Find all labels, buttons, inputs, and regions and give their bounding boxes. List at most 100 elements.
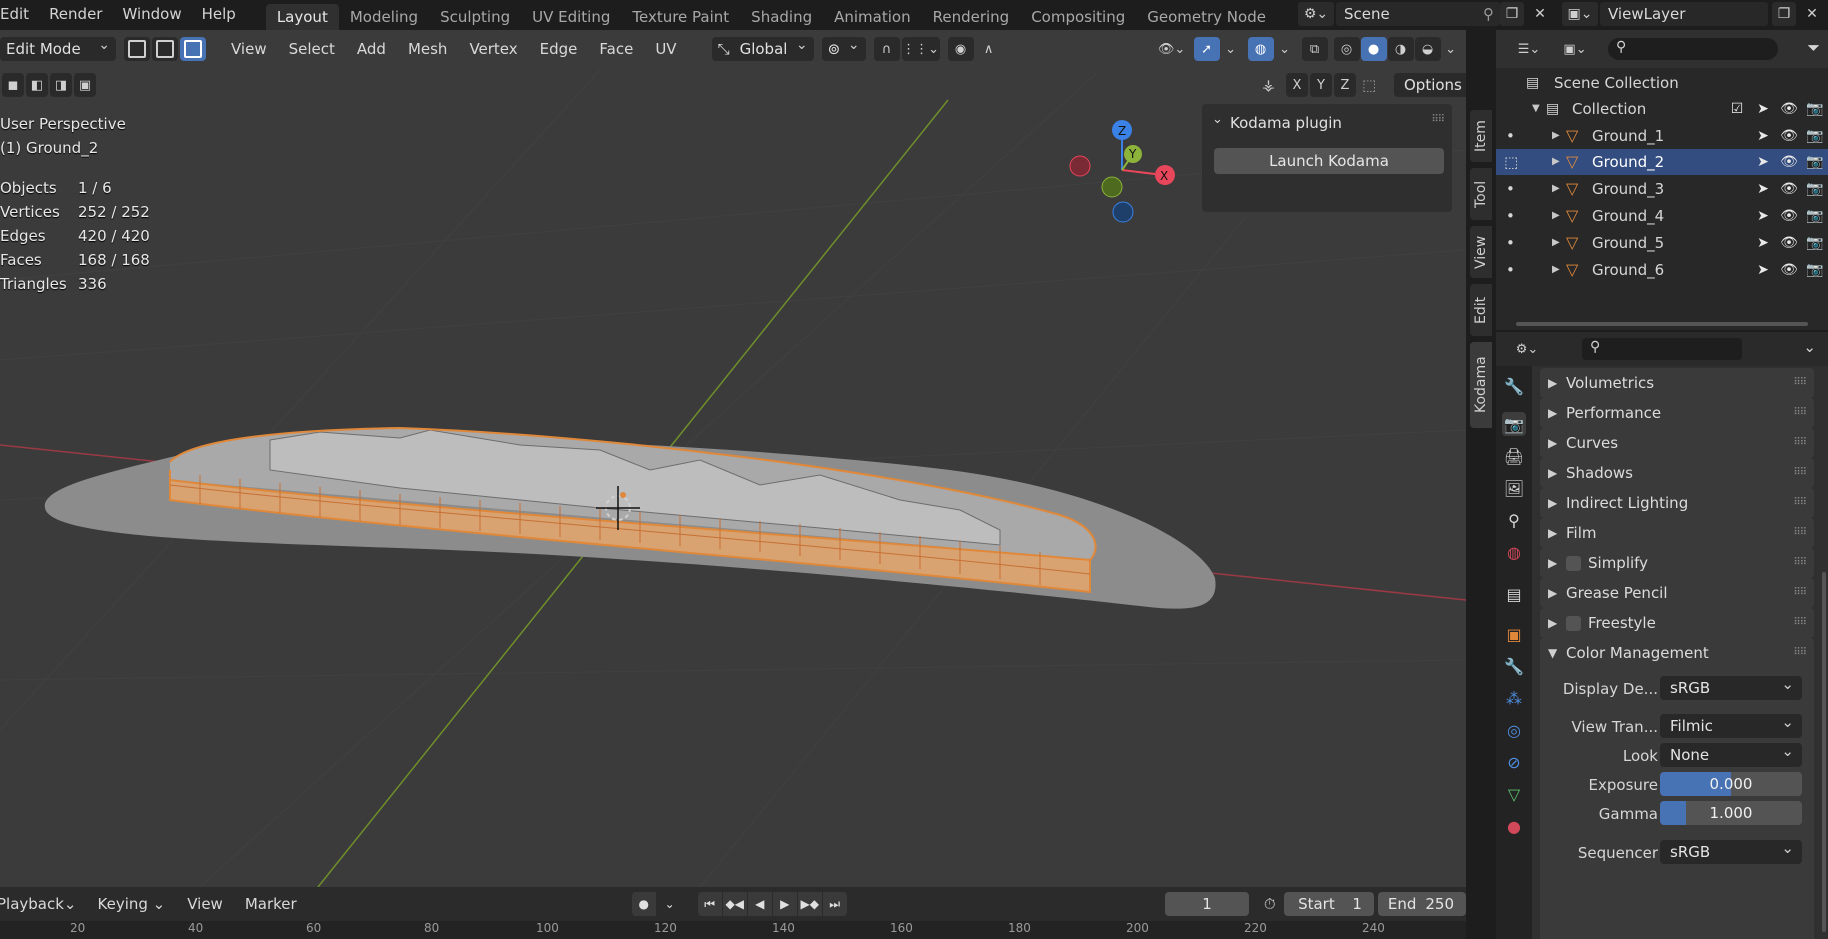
select-new-icon[interactable]: ◼: [2, 73, 24, 97]
editor-type-icon[interactable]: ⚙⌄: [1508, 337, 1546, 361]
exposure-slider[interactable]: 0.000: [1660, 772, 1802, 796]
scene-type-icon[interactable]: ⚙⌄: [1298, 2, 1334, 26]
section-color-management[interactable]: ▼ Color Management ⠿⠿: [1540, 638, 1814, 668]
output-tab-icon[interactable]: 🖨: [1502, 444, 1526, 468]
tool-tab-icon[interactable]: 🔧: [1502, 374, 1526, 398]
gizmo-toggle-icon[interactable]: ➚: [1193, 37, 1220, 61]
gamma-slider[interactable]: 1.000: [1660, 801, 1802, 825]
tab-item[interactable]: Item: [1470, 110, 1492, 162]
properties-scrollbar[interactable]: [1822, 572, 1826, 932]
select-subtract-icon[interactable]: ◨: [50, 73, 72, 97]
select-arrow-icon[interactable]: ➤: [1754, 100, 1772, 118]
topology-mirror-icon[interactable]: ⬚: [1362, 76, 1386, 94]
list-item-ground-2[interactable]: ⬚ ▶ ▽ Ground_2 ➤ 👁 📷: [1496, 149, 1828, 175]
expand-icon[interactable]: ▶: [1552, 203, 1560, 229]
menu-select[interactable]: Select: [278, 40, 346, 58]
outliner-search-input[interactable]: ⚲: [1608, 38, 1778, 60]
select-extend-icon[interactable]: ◧: [26, 73, 48, 97]
falloff-icon[interactable]: ∧: [976, 37, 1002, 61]
transform-orientation[interactable]: ⤡ Global: [711, 33, 814, 61]
expand-icon[interactable]: ▼: [1532, 96, 1540, 122]
timeline-marker-menu[interactable]: Marker: [234, 895, 308, 913]
simplify-checkbox[interactable]: [1566, 556, 1581, 571]
tab-uv-editing[interactable]: UV Editing: [521, 4, 621, 30]
select-arrow-icon[interactable]: ➤: [1754, 180, 1772, 198]
menu-add[interactable]: Add: [346, 40, 397, 58]
camera-icon[interactable]: 📷: [1806, 234, 1824, 252]
display-mode-icon[interactable]: ☰⌄: [1510, 37, 1548, 61]
overlays-toggle-icon[interactable]: ◍: [1247, 37, 1274, 61]
eye-icon[interactable]: 👁: [1780, 207, 1798, 225]
scene-selector[interactable]: Scene ⚲: [1336, 2, 1500, 26]
outliner-scrollbar[interactable]: [1516, 322, 1808, 326]
tab-compositing[interactable]: Compositing: [1020, 4, 1136, 30]
expand-icon[interactable]: ▶: [1552, 123, 1560, 149]
frame-ruler[interactable]: 20 40 60 80 100 120 140 160 180 200 220 …: [0, 921, 1466, 939]
drag-handle-icon[interactable]: ⠿⠿: [1793, 518, 1807, 548]
expand-icon[interactable]: ▶: [1552, 149, 1560, 175]
material-tab-icon[interactable]: ●: [1502, 814, 1526, 838]
select-arrow-icon[interactable]: ➤: [1754, 207, 1772, 225]
drag-handle-icon[interactable]: ⠿⠿: [1793, 608, 1807, 638]
menu-vertex[interactable]: Vertex: [458, 40, 528, 58]
jump-start-icon[interactable]: ⏮: [697, 892, 722, 916]
face-select-icon[interactable]: [180, 37, 206, 61]
camera-icon[interactable]: 📷: [1806, 127, 1824, 145]
camera-icon[interactable]: 📷: [1806, 261, 1824, 279]
drag-handle-icon[interactable]: ⠿⠿: [1793, 488, 1807, 518]
solid-shading-icon[interactable]: ●: [1360, 37, 1387, 61]
view-transform-select[interactable]: Filmic: [1660, 710, 1802, 738]
menu-face[interactable]: Face: [588, 40, 644, 58]
eye-icon[interactable]: 👁: [1780, 234, 1798, 252]
physics-tab-icon[interactable]: ◎: [1502, 718, 1526, 742]
tab-view[interactable]: View: [1470, 226, 1492, 278]
exclude-checkbox-icon[interactable]: ☑: [1728, 100, 1746, 118]
xray-toggle-icon[interactable]: ⧉: [1301, 37, 1328, 61]
section-film[interactable]: ▶ Film ⠿⠿: [1540, 518, 1814, 548]
edge-select-icon[interactable]: [152, 37, 178, 61]
section-shadows[interactable]: ▶ Shadows ⠿⠿: [1540, 458, 1814, 488]
menu-edge[interactable]: Edge: [529, 40, 589, 58]
current-frame-field[interactable]: 1: [1164, 892, 1250, 916]
tab-layout[interactable]: Layout: [265, 4, 339, 30]
tab-texture-paint[interactable]: Texture Paint: [621, 4, 740, 30]
tab-shading[interactable]: Shading: [740, 4, 823, 30]
menu-help[interactable]: Help: [192, 0, 246, 30]
list-item-ground-6[interactable]: • ▶ ▽ Ground_6 ➤ 👁 📷: [1496, 257, 1828, 283]
select-arrow-icon[interactable]: ➤: [1754, 153, 1772, 171]
drag-handle-icon[interactable]: ⠿⠿: [1793, 428, 1807, 458]
menu-view[interactable]: View: [220, 40, 278, 58]
eye-icon[interactable]: 👁: [1780, 127, 1798, 145]
launch-kodama-button[interactable]: Launch Kodama: [1214, 148, 1444, 174]
3d-viewport[interactable]: Z Y X Edit Mode View Select Add Mesh Ver…: [0, 30, 1466, 887]
delete-view-layer-icon[interactable]: ✕: [1800, 2, 1824, 26]
timeline-view-menu[interactable]: View: [176, 895, 234, 913]
new-scene-icon[interactable]: ❐: [1500, 2, 1524, 26]
gizmo-dropdown-icon[interactable]: ⌄: [1222, 37, 1240, 61]
eye-icon[interactable]: 👁: [1780, 100, 1798, 118]
eye-icon[interactable]: 👁: [1780, 261, 1798, 279]
filter-view-icon[interactable]: ▣⌄: [1556, 37, 1594, 61]
shading-dropdown-icon[interactable]: ⌄: [1442, 37, 1460, 61]
play-reverse-icon[interactable]: ◀: [747, 892, 772, 916]
pin-icon[interactable]: ⚲: [1483, 2, 1494, 26]
overlays-dropdown-icon[interactable]: ⌄: [1276, 37, 1294, 61]
scene-collection-row[interactable]: ▤ Scene Collection: [1496, 70, 1828, 96]
camera-icon[interactable]: 📷: [1806, 153, 1824, 171]
tab-modeling[interactable]: Modeling: [339, 4, 429, 30]
camera-icon[interactable]: 📷: [1806, 100, 1824, 118]
eye-icon[interactable]: 👁: [1780, 180, 1798, 198]
section-performance[interactable]: ▶ Performance ⠿⠿: [1540, 398, 1814, 428]
drag-handle-icon[interactable]: ⠿⠿: [1793, 548, 1807, 578]
visibility-icon[interactable]: 👁⌄: [1152, 37, 1192, 61]
view-layer-tab-icon[interactable]: 🖼: [1502, 476, 1526, 500]
particles-tab-icon[interactable]: ⁂: [1502, 686, 1526, 710]
section-freestyle[interactable]: ▶ Freestyle ⠿⠿: [1540, 608, 1814, 638]
material-shading-icon[interactable]: ◑: [1387, 37, 1414, 61]
look-select[interactable]: None: [1660, 739, 1802, 767]
object-tab-icon[interactable]: ▣: [1502, 622, 1526, 646]
list-item-ground-3[interactable]: • ▶ ▽ Ground_3 ➤ 👁 📷: [1496, 176, 1828, 202]
expand-icon[interactable]: ▶: [1552, 257, 1560, 283]
freestyle-checkbox[interactable]: [1566, 616, 1581, 631]
kodama-panel-title[interactable]: Kodama plugin: [1230, 114, 1342, 132]
